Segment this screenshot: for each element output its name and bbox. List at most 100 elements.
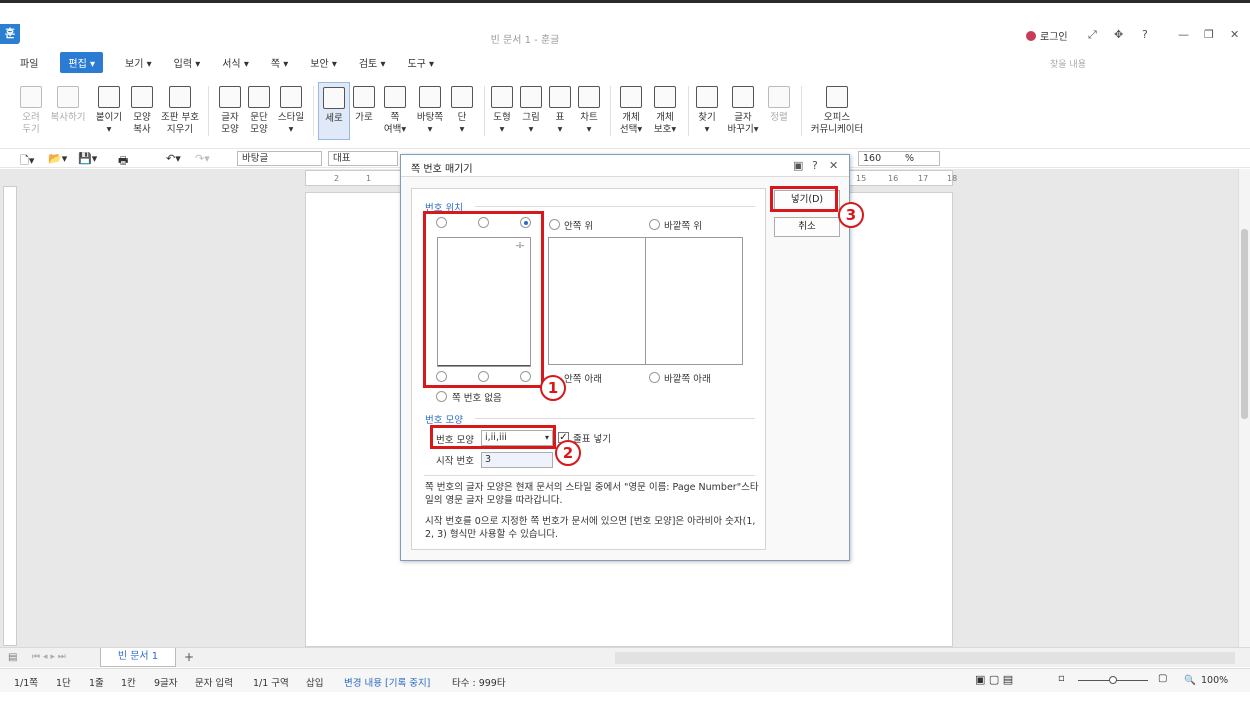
zoom-combo[interactable]: 160%: [858, 151, 940, 166]
copy-icon: [57, 86, 79, 108]
undo-icon[interactable]: ↶▾: [166, 152, 181, 165]
add-tab-button[interactable]: +: [184, 650, 194, 664]
preview-right-page: [645, 237, 743, 365]
page-margin-button[interactable]: 쪽 여백▾: [377, 86, 413, 136]
vertical-ruler[interactable]: [3, 186, 17, 646]
user-icon: [1026, 30, 1036, 41]
menu-tools[interactable]: 도구 ▾: [407, 55, 434, 70]
object-protect-button[interactable]: 개체 보호▾: [647, 86, 683, 136]
fullscreen-icon[interactable]: ⤢: [1088, 28, 1097, 42]
minimize-icon[interactable]: —: [1178, 28, 1189, 41]
radio-outer-top[interactable]: [649, 219, 660, 230]
view-mode-icons[interactable]: ▣ ▢ ▤: [975, 673, 1013, 686]
zoom-slider-thumb[interactable]: [1109, 676, 1117, 684]
clear-icon: [169, 86, 191, 108]
scroll-thumb[interactable]: [1241, 229, 1248, 419]
status-track-changes[interactable]: 변경 내용 [기록 중지]: [344, 675, 430, 689]
menu-format[interactable]: 서식 ▾: [222, 55, 249, 70]
radio-inner-top[interactable]: [549, 219, 560, 230]
brush-icon: [131, 86, 153, 108]
clipboard-icon: [98, 86, 120, 108]
dialog-close-icon[interactable]: ✕: [829, 159, 838, 172]
tab-nav-icons[interactable]: ⏮ ◂ ▸ ⏭: [32, 652, 66, 662]
replace-button[interactable]: 글자 바꾸기▾: [722, 86, 764, 136]
menu-edit[interactable]: 편집 ▾: [60, 51, 104, 73]
annotation-circle-3: 3: [838, 202, 864, 228]
zoom-out-icon[interactable]: ▫: [1058, 673, 1065, 684]
style-button[interactable]: 스타일 ▾: [273, 86, 309, 136]
menu-page[interactable]: 쪽 ▾: [271, 55, 288, 70]
para-shape-button[interactable]: 문단 모양: [241, 86, 277, 136]
margin-icon: [384, 86, 406, 108]
close-icon[interactable]: ✕: [1230, 28, 1239, 41]
help-icon[interactable]: ?: [1142, 28, 1148, 41]
menu-file[interactable]: 파일: [20, 55, 38, 70]
tab-bar: ▤ ⏮ ◂ ▸ ⏭ 빈 문서 1 +: [0, 647, 1250, 667]
scissors-icon: [20, 86, 42, 108]
dash-label: 줄표 넣기: [573, 434, 611, 445]
menu-view[interactable]: 보기 ▾: [125, 55, 152, 70]
inner-top-label: 안쪽 위: [564, 221, 594, 232]
move-icon[interactable]: ✥: [1114, 28, 1123, 41]
copy-button[interactable]: 복사하기: [50, 86, 86, 124]
menu-insert[interactable]: 입력 ▾: [174, 55, 201, 70]
cut-button[interactable]: 오려 두기: [13, 86, 49, 136]
open-icon[interactable]: 📂▾: [48, 152, 67, 165]
menu-review[interactable]: 검토 ▾: [359, 55, 386, 70]
search-input[interactable]: 찾을 내용: [1050, 57, 1086, 70]
section-shape-title: 번호 모양: [425, 415, 463, 426]
font-combo[interactable]: 대표: [328, 151, 398, 166]
clear-markup-button[interactable]: 조판 부호 지우기: [158, 86, 202, 136]
format-copy-button[interactable]: 모양 복사: [124, 86, 160, 136]
cancel-button[interactable]: 취소: [774, 217, 840, 237]
tab-document[interactable]: 빈 문서 1: [100, 648, 176, 667]
dialog-title-bar: 쪽 번호 매기기 ▣ ? ✕: [401, 155, 849, 177]
dialog-help-icon[interactable]: ?: [812, 159, 818, 172]
redo-icon[interactable]: ↷▾: [195, 152, 210, 165]
object-select-button[interactable]: 개체 선택▾: [613, 86, 649, 136]
menu-security[interactable]: 보안 ▾: [310, 55, 337, 70]
annotation-box-2: [430, 425, 556, 449]
horizontal-scrollbar[interactable]: [615, 652, 1235, 664]
save-icon[interactable]: 💾▾: [78, 152, 97, 165]
start-number-input[interactable]: 3: [481, 452, 553, 468]
find-button[interactable]: 찾기 ▾: [689, 86, 725, 136]
dialog-title: 쪽 번호 매기기: [411, 164, 473, 175]
annotation-circle-1: 1: [540, 375, 566, 401]
login-button[interactable]: 로그인: [1026, 28, 1068, 43]
char-shape-icon: [219, 86, 241, 108]
status-insert[interactable]: 삽입: [306, 675, 323, 689]
portrait-icon: [323, 87, 345, 109]
zoom-icon: 🔍: [1184, 675, 1196, 686]
sort-button[interactable]: 정렬: [761, 86, 797, 124]
sheet-icon[interactable]: ▤: [8, 652, 17, 663]
radio-no-number[interactable]: [436, 391, 447, 402]
page-number-dialog: 쪽 번호 매기기 ▣ ? ✕ 번호 위치 -i- 쪽 번호 없음 안쪽 위 바깥…: [400, 154, 850, 561]
columns-button[interactable]: 단 ▾: [444, 86, 480, 136]
columns-icon: [451, 86, 473, 108]
communicator-icon: [826, 86, 848, 108]
chart-icon: [578, 86, 600, 108]
chart-button[interactable]: 차트 ▾: [571, 86, 607, 136]
status-page: 1/1쪽: [14, 678, 39, 689]
style-combo[interactable]: 바탕글: [237, 151, 322, 166]
annotation-circle-2: 2: [555, 440, 581, 466]
vertical-scrollbar[interactable]: [1238, 169, 1250, 647]
status-zoom[interactable]: 100%: [1201, 675, 1228, 686]
shape-icon: [491, 86, 513, 108]
paste-button[interactable]: 붙이기 ▾: [91, 86, 127, 136]
office-communicator-button[interactable]: 오피스 커뮤니케이터: [806, 86, 868, 136]
dialog-option-icon[interactable]: ▣: [793, 159, 803, 172]
binoculars-icon: [696, 86, 718, 108]
status-chars: 9글자: [154, 678, 178, 689]
start-label: 시작 번호: [436, 456, 474, 467]
master-page-button[interactable]: 바탕쪽 ▾: [412, 86, 448, 136]
note-style: 쪽 번호의 글자 모양은 현재 문서의 스타일 중에서 "영문 이름: Page…: [425, 482, 759, 506]
no-number-label: 쪽 번호 없음: [452, 393, 502, 404]
lock-icon: [654, 86, 676, 108]
restore-icon[interactable]: ❐: [1204, 28, 1214, 41]
window-title: 빈 문서 1 - 훈글: [490, 35, 560, 46]
zoom-in-icon[interactable]: ▢: [1158, 673, 1167, 684]
radio-outer-bottom[interactable]: [649, 372, 660, 383]
para-shape-icon: [248, 86, 270, 108]
